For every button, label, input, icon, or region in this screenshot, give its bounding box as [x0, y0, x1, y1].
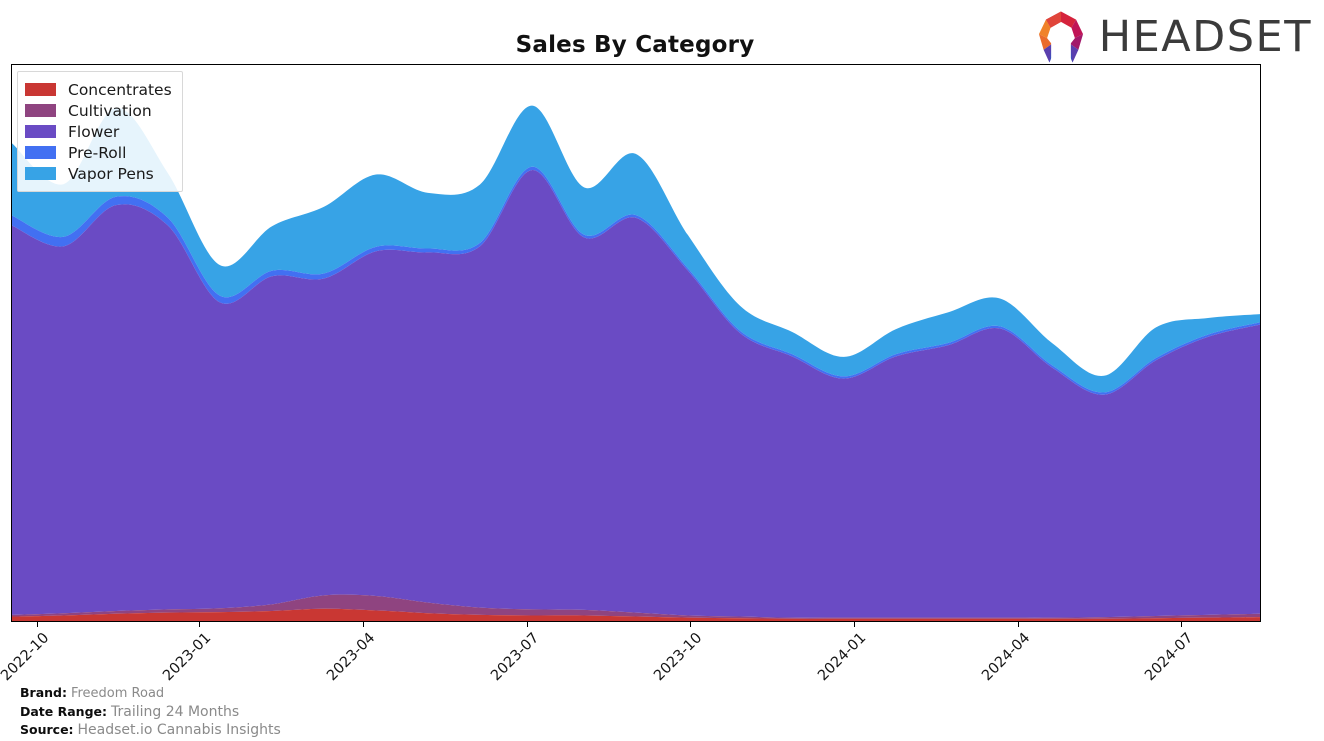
headset-logo: HEADSET — [1032, 8, 1312, 66]
chart-page: Sales By Category HEADSET Concentrates C… — [0, 0, 1324, 741]
footer-key-date-range: Date Range: — [20, 703, 107, 719]
x-tick-label: 2024-04 — [979, 630, 1034, 685]
x-tick-label: 2023-07 — [488, 630, 543, 685]
x-tick-mark — [37, 622, 38, 627]
legend-label-vapor-pens: Vapor Pens — [68, 164, 154, 183]
chart-legend: Concentrates Cultivation Flower Pre-Roll… — [17, 71, 183, 192]
legend-label-concentrates: Concentrates — [68, 80, 172, 99]
legend-swatch-cultivation — [25, 104, 56, 117]
x-tick-mark — [527, 622, 528, 627]
headset-wordmark: HEADSET — [1098, 11, 1312, 62]
footer-row-brand: Brand: Freedom Road — [20, 684, 281, 703]
legend-item-pre-roll[interactable]: Pre-Roll — [25, 142, 172, 163]
legend-swatch-vapor-pens — [25, 167, 56, 180]
legend-label-cultivation: Cultivation — [68, 101, 152, 120]
headset-logo-icon — [1038, 11, 1083, 66]
legend-label-flower: Flower — [68, 122, 120, 141]
legend-item-vapor-pens[interactable]: Vapor Pens — [25, 163, 172, 184]
footer-key-brand: Brand: — [20, 685, 67, 700]
x-tick-mark — [690, 622, 691, 627]
x-tick-label: 2023-10 — [651, 630, 706, 685]
legend-item-concentrates[interactable]: Concentrates — [25, 79, 172, 100]
stacked-area-chart — [12, 105, 1260, 621]
chart-footer: Brand: Freedom Road Date Range: Trailing… — [20, 684, 281, 740]
x-tick-label: 2023-04 — [324, 630, 379, 685]
x-tick-mark — [1018, 622, 1019, 627]
legend-item-flower[interactable]: Flower — [25, 121, 172, 142]
footer-key-source: Source: — [20, 722, 74, 737]
footer-value-brand: Freedom Road — [70, 686, 165, 701]
x-tick-mark — [1181, 622, 1182, 627]
legend-label-pre-roll: Pre-Roll — [68, 143, 127, 162]
legend-item-cultivation[interactable]: Cultivation — [25, 100, 172, 121]
legend-swatch-flower — [25, 125, 56, 138]
footer-value-date-range: Trailing 24 Months — [110, 703, 240, 720]
footer-row-date-range: Date Range: Trailing 24 Months — [20, 703, 281, 722]
x-tick-label: 2024-07 — [1142, 630, 1197, 685]
legend-swatch-concentrates — [25, 83, 56, 96]
x-tick-label: 2023-01 — [160, 630, 215, 685]
plot-area — [11, 64, 1261, 622]
x-tick-label: 2022-10 — [0, 630, 53, 685]
footer-value-source: Headset.io Cannabis Insights — [77, 722, 281, 738]
x-tick-mark — [199, 622, 200, 627]
x-tick-mark — [854, 622, 855, 627]
footer-row-source: Source: Headset.io Cannabis Insights — [20, 721, 281, 740]
x-tick-label: 2024-01 — [815, 630, 870, 685]
x-tick-mark — [363, 622, 364, 627]
x-axis: 2022-10 2023-01 2023-04 2023-07 2023-10 2024-… — [0, 622, 1261, 684]
legend-swatch-pre-roll — [25, 146, 56, 159]
